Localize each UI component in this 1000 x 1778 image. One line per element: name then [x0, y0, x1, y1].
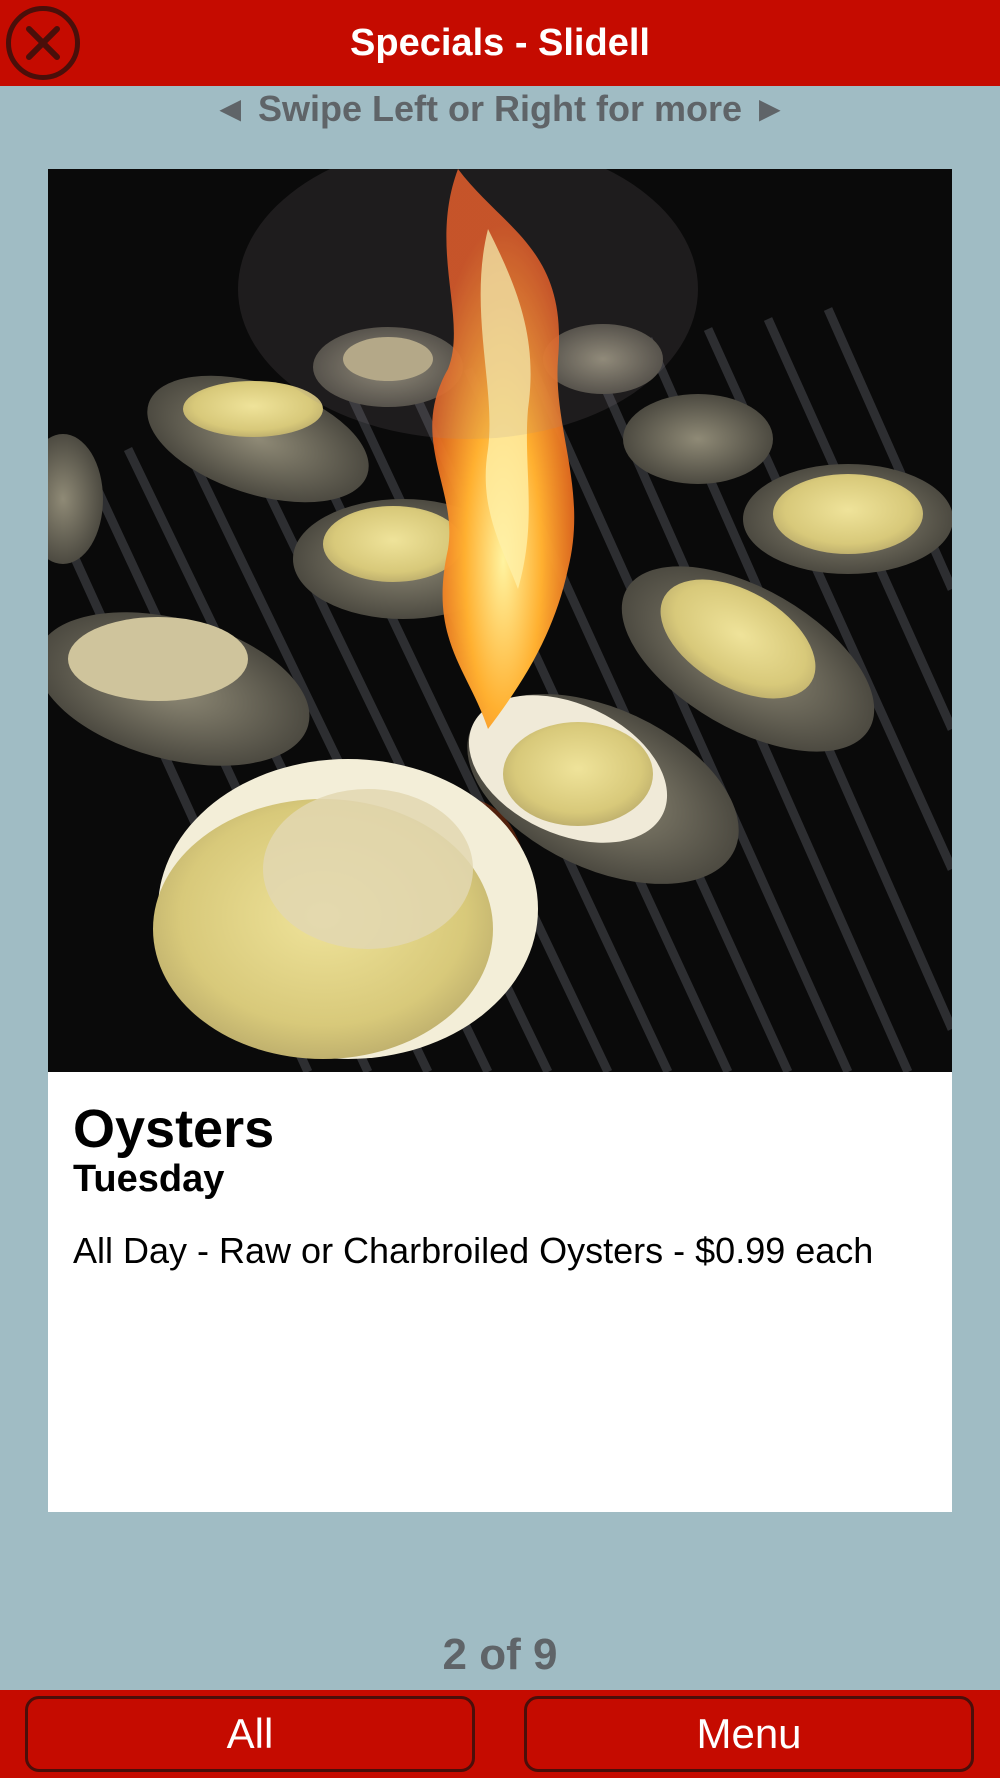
- page-indicator: 2 of 9: [442, 1630, 558, 1679]
- menu-button[interactable]: Menu: [524, 1696, 974, 1772]
- all-button[interactable]: All: [25, 1696, 475, 1772]
- special-photo: [48, 169, 952, 1072]
- special-day: Tuesday: [73, 1158, 225, 1200]
- close-icon: [26, 26, 60, 60]
- page-title: Specials - Slidell: [350, 22, 650, 64]
- footer-bar: All Menu: [0, 1690, 1000, 1778]
- special-name: Oysters: [73, 1099, 275, 1159]
- swipe-hint: ◄ Swipe Left or Right for more ►: [212, 88, 788, 129]
- special-card[interactable]: Oysters Tuesday All Day - Raw or Charbro…: [48, 169, 952, 1512]
- special-description: All Day - Raw or Charbroiled Oysters - $…: [73, 1230, 874, 1271]
- header-bar: Specials - Slidell: [0, 0, 1000, 86]
- close-button[interactable]: [6, 6, 80, 80]
